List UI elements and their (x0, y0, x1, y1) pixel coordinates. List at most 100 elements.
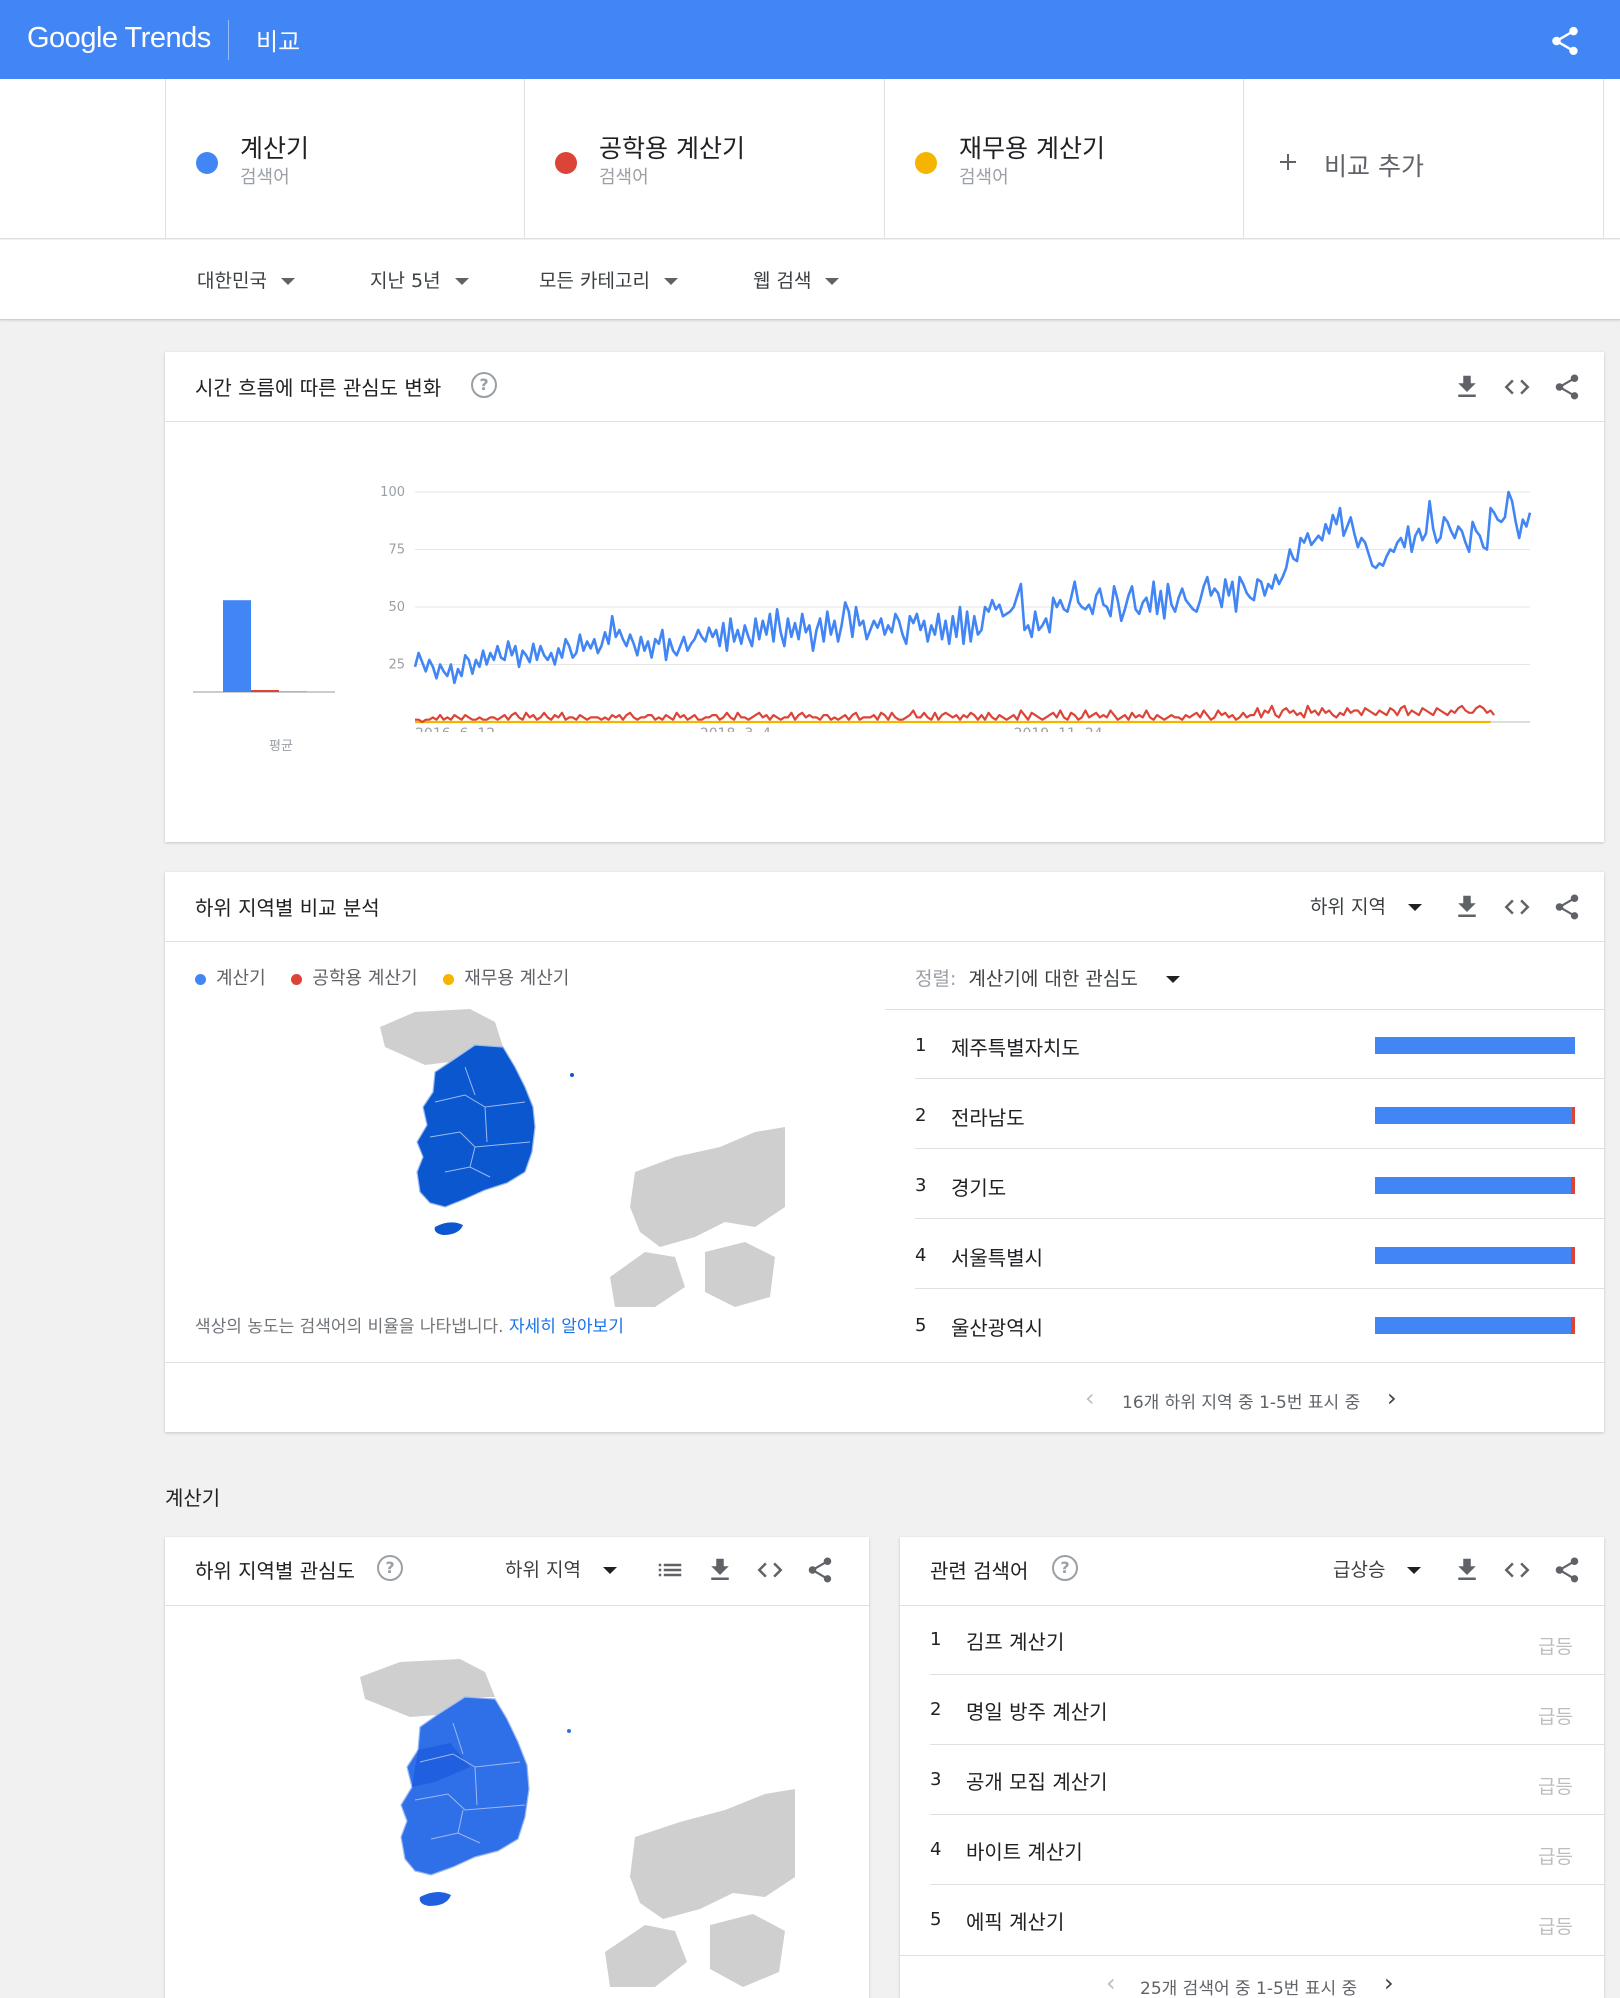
y-tick-label: 25 (388, 658, 405, 673)
korea-map[interactable] (355, 1657, 795, 1987)
resolution-label: 하위 지역 (1310, 896, 1386, 918)
download-icon[interactable] (705, 1555, 735, 1585)
region-row[interactable]: 3 경기도 (885, 1149, 1604, 1219)
query-rank: 2 (930, 1699, 942, 1720)
top-bar (0, 0, 1620, 79)
embed-icon[interactable] (755, 1555, 785, 1585)
legend-item: 재무용 계산기 (464, 968, 570, 989)
term-color-dot (915, 152, 937, 174)
related-query-row[interactable]: 4 바이트 계산기 급등 (900, 1815, 1604, 1885)
chevron-down-icon (454, 278, 469, 285)
region-rank: 5 (915, 1315, 927, 1336)
help-icon[interactable]: ? (471, 372, 497, 398)
share-icon[interactable] (1548, 24, 1582, 58)
region-bar-blue (1375, 1107, 1572, 1124)
korea-map[interactable] (375, 1007, 785, 1307)
query-rank: 3 (930, 1769, 942, 1790)
share-icon[interactable] (1552, 892, 1582, 922)
series-line-2 (415, 704, 1495, 724)
region-bar-blue (1375, 1317, 1571, 1334)
sort-label: 정렬: (915, 968, 957, 990)
embed-icon[interactable] (1502, 1555, 1532, 1585)
map-legend: 계산기 공학용 계산기 재무용 계산기 (195, 964, 569, 990)
related-query-row[interactable]: 1 김프 계산기 급등 (900, 1605, 1604, 1675)
region-row[interactable]: 4 서울특별시 (885, 1219, 1604, 1289)
chevron-left-icon[interactable]: ‹ (1085, 1384, 1095, 1412)
legend-dot (291, 973, 303, 985)
chevron-right-icon[interactable]: › (1384, 1969, 1394, 1997)
query-value: 급등 (1538, 1636, 1573, 1658)
region-bar-blue (1375, 1247, 1571, 1264)
filter-time[interactable]: 지난 5년 (370, 266, 469, 293)
term-card-1[interactable]: 계산기 검색어 (165, 79, 525, 239)
region-bar-red (1571, 1177, 1575, 1194)
share-icon[interactable] (805, 1555, 835, 1585)
embed-icon[interactable] (1502, 372, 1532, 402)
add-compare-label[interactable]: 비교 추가 (1324, 147, 1424, 183)
chevron-down-icon (1165, 976, 1180, 983)
query-name: 명일 방주 계산기 (966, 1700, 1108, 1724)
term-color-dot (555, 152, 577, 174)
region-rank: 1 (915, 1035, 927, 1056)
chevron-left-icon[interactable]: ‹ (1106, 1969, 1116, 1997)
pager-text: 25개 검색어 중 1-5번 표시 중 (1140, 1979, 1358, 1998)
download-icon[interactable] (1452, 1555, 1482, 1585)
region-rank: 3 (915, 1175, 927, 1196)
region-name: 경기도 (951, 1176, 1007, 1200)
filter-search-type[interactable]: 웹 검색 (753, 266, 840, 293)
help-icon[interactable]: ? (377, 1555, 403, 1581)
share-icon[interactable] (1552, 372, 1582, 402)
note-text: 색상의 농도는 검색어의 비율을 나타냅니다. (195, 1317, 504, 1337)
related-query-row[interactable]: 2 명일 방주 계산기 급등 (900, 1675, 1604, 1745)
map-note: 색상의 농도는 검색어의 비율을 나타냅니다. 자세히 알아보기 (195, 1312, 624, 1337)
series-line-1 (413, 490, 1532, 685)
chevron-down-icon (1407, 904, 1422, 911)
page-title: 비교 (256, 28, 301, 56)
region-row[interactable]: 2 전라남도 (885, 1079, 1604, 1149)
region-row[interactable]: 1 제주특별자치도 (885, 1009, 1604, 1079)
region-rank: 4 (915, 1245, 927, 1266)
sort-value: 계산기에 대한 관심도 (968, 968, 1138, 990)
share-icon[interactable] (1552, 1555, 1582, 1585)
filter-category[interactable]: 모든 카테고리 (539, 266, 678, 293)
divider (165, 941, 1604, 942)
download-icon[interactable] (1452, 892, 1482, 922)
resolution-dropdown[interactable]: 하위 지역 (1310, 892, 1422, 919)
filter-label: 웹 검색 (753, 270, 812, 292)
term-card-2[interactable]: 공학용 계산기 검색어 (525, 79, 885, 239)
google-trends-logo[interactable]: Google Trends (27, 22, 211, 55)
help-icon[interactable]: ? (1052, 1555, 1078, 1581)
related-query-row[interactable]: 5 에픽 계산기 급등 (900, 1885, 1604, 1955)
filter-label: 대한민국 (197, 270, 267, 292)
related-mode-dropdown[interactable]: 급상승 (1333, 1555, 1422, 1582)
list-icon[interactable] (655, 1555, 685, 1585)
sort-dropdown[interactable]: 정렬: 계산기에 대한 관심도 (915, 964, 1180, 991)
header-divider (228, 20, 229, 60)
query-name: 김프 계산기 (966, 1630, 1065, 1654)
region-bar-blue (1375, 1177, 1571, 1194)
learn-more-link[interactable]: 자세히 알아보기 (509, 1317, 624, 1337)
query-value: 급등 (1538, 1776, 1573, 1798)
download-icon[interactable] (1452, 372, 1482, 402)
query-value: 급등 (1538, 1846, 1573, 1868)
average-bar (251, 690, 279, 692)
line-chart: 100 75 50 25 2016. 6. 12. 2018. 3. 4. 2019. 11… (380, 485, 1532, 732)
add-icon[interactable] (1276, 150, 1300, 174)
chevron-down-icon (1407, 1567, 1422, 1574)
chevron-down-icon (663, 278, 678, 285)
filter-label: 모든 카테고리 (539, 270, 650, 292)
y-tick-label: 50 (388, 600, 405, 615)
resolution-dropdown[interactable]: 하위 지역 (505, 1555, 617, 1582)
related-query-row[interactable]: 3 공개 모집 계산기 급등 (900, 1745, 1604, 1815)
query-name: 에픽 계산기 (966, 1910, 1065, 1934)
term-type: 검색어 (959, 167, 1009, 188)
region-row[interactable]: 5 울산광역시 (885, 1289, 1604, 1359)
region-bar-red (1571, 1247, 1575, 1264)
term-card-3[interactable]: 재무용 계산기 검색어 (885, 79, 1244, 239)
chevron-right-icon[interactable]: › (1387, 1384, 1397, 1412)
card-title: 관련 검색어 (930, 1559, 1029, 1583)
filter-region[interactable]: 대한민국 (197, 266, 295, 293)
x-tick-label: 2016. 6. 12. (415, 726, 500, 732)
embed-icon[interactable] (1502, 892, 1532, 922)
average-bar (223, 600, 251, 692)
